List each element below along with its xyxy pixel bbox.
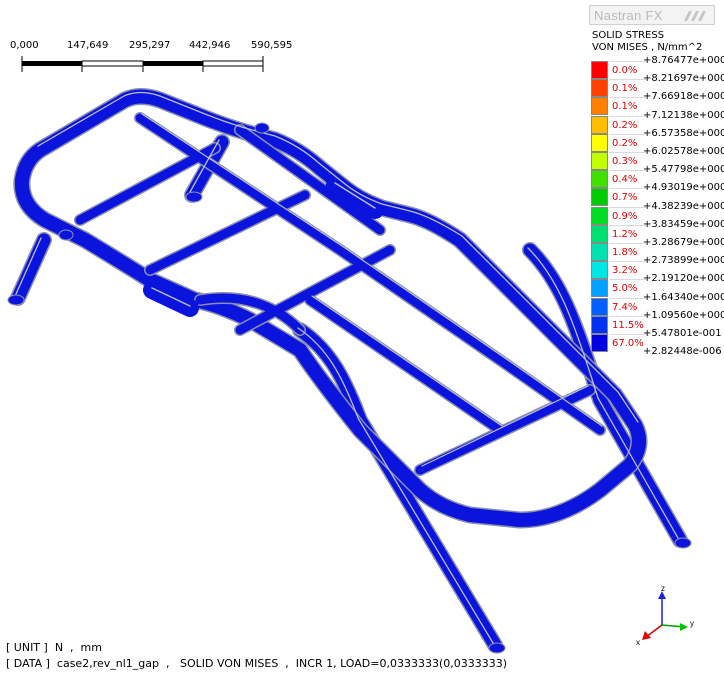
legend-percent: 0.7% xyxy=(609,188,647,206)
mid-cross-bar-2 xyxy=(235,245,395,335)
legend-percent: 11.5% xyxy=(609,315,647,334)
legend-swatch xyxy=(591,188,608,207)
legend-percent: 3.2% xyxy=(609,261,647,279)
legend-level-value: +2.82448e-006 xyxy=(643,346,722,358)
legend-level-value: +8.76477e+000 xyxy=(643,55,724,66)
brand-logo: Nastran FX xyxy=(589,5,715,25)
legend-swatch xyxy=(591,79,608,98)
front-cross-bar xyxy=(415,385,595,475)
legend-swatch xyxy=(591,170,608,189)
legend-percent: 7.4% xyxy=(609,297,647,316)
legend-level-value: +3.28679e+000 xyxy=(643,237,724,248)
legend-swatch xyxy=(591,97,608,116)
axis-label-x: x xyxy=(636,638,640,647)
legend-title-line2: VON MISES , N/mm^2 xyxy=(592,42,703,53)
legend-percent: 5.0% xyxy=(609,279,647,297)
legend-percent: 0.0% xyxy=(609,61,647,79)
legend-level-value: +6.02578e+000 xyxy=(643,146,724,157)
scale-label-3: 442,946 xyxy=(189,40,231,51)
brand-name: Nastran FX xyxy=(594,8,663,23)
legend-level-value: +4.93019e+000 xyxy=(643,182,724,194)
legend-swatch xyxy=(591,133,608,152)
scale-label-4: 590,595 xyxy=(251,40,293,51)
legend-percent: 1.2% xyxy=(609,224,647,243)
legend-title: SOLID STRESS VON MISES , N/mm^2 xyxy=(592,30,702,54)
legend-level-value: +4.38239e+000 xyxy=(643,200,724,212)
legend-level-value: +1.09560e+000 xyxy=(643,309,724,321)
axis-label-z: z xyxy=(661,585,665,593)
legend-percent: 0.2% xyxy=(609,115,647,134)
legend-level-value: +7.66918e+000 xyxy=(643,91,724,103)
legend-swatch xyxy=(591,61,608,79)
left-side-rail xyxy=(135,113,605,435)
legend-swatch xyxy=(591,315,608,334)
front-left-leg xyxy=(11,233,51,305)
legend-level-value: +8.21697e+000 xyxy=(643,73,724,85)
axis-label-y: y xyxy=(690,619,694,628)
legend-swatch xyxy=(591,152,608,170)
legend-swatch xyxy=(591,334,608,352)
legend-level-value: +5.47798e+000 xyxy=(643,164,724,176)
legend-percent: 0.9% xyxy=(609,206,647,225)
scale-label-1: 147,649 xyxy=(67,40,109,51)
legend-level-value: +2.19120e+000 xyxy=(643,273,724,285)
legend-percent: 0.3% xyxy=(609,152,647,170)
legend-level-value: +3.83459e+000 xyxy=(643,218,724,230)
legend-swatch xyxy=(591,261,608,280)
brand-stripes-icon xyxy=(684,11,706,21)
model-viewport[interactable]: 0,000 147,649 295,297 442,946 590,595 Na… xyxy=(0,0,724,680)
legend-swatch xyxy=(591,243,608,261)
legend-swatch xyxy=(591,206,608,225)
legend-level-value: +1.64340e+000 xyxy=(643,291,724,303)
legend-level-value: +6.57358e+000 xyxy=(643,127,724,139)
legend-percent: 0.4% xyxy=(609,170,647,188)
legend-percent: 0.1% xyxy=(609,79,647,97)
legend-percent: 67.0% xyxy=(609,334,647,352)
scale-label-2: 295,297 xyxy=(129,40,171,51)
legend-level-value: +5.47801e-001 xyxy=(643,328,722,339)
legend-level-value: +7.12138e+000 xyxy=(643,109,724,121)
axis-triad: z y x xyxy=(636,585,694,647)
legend-title-line1: SOLID STRESS xyxy=(592,30,665,41)
legend-level-value: +2.73899e+000 xyxy=(643,255,724,267)
data-info: [ DATA ] case2,rev_nl1_gap , SOLID VON M… xyxy=(6,657,508,670)
legend-percent: 0.2% xyxy=(609,133,647,152)
legend-swatch xyxy=(591,224,608,243)
scale-label-0: 0,000 xyxy=(10,40,39,51)
legend-percent: 1.8% xyxy=(609,243,647,261)
legend-percent: 0.1% xyxy=(609,97,647,115)
unit-info: [ UNIT ] N , mm xyxy=(6,641,102,654)
legend-swatch xyxy=(591,115,608,134)
legend-swatch xyxy=(591,297,608,316)
legend-swatch xyxy=(591,279,608,298)
